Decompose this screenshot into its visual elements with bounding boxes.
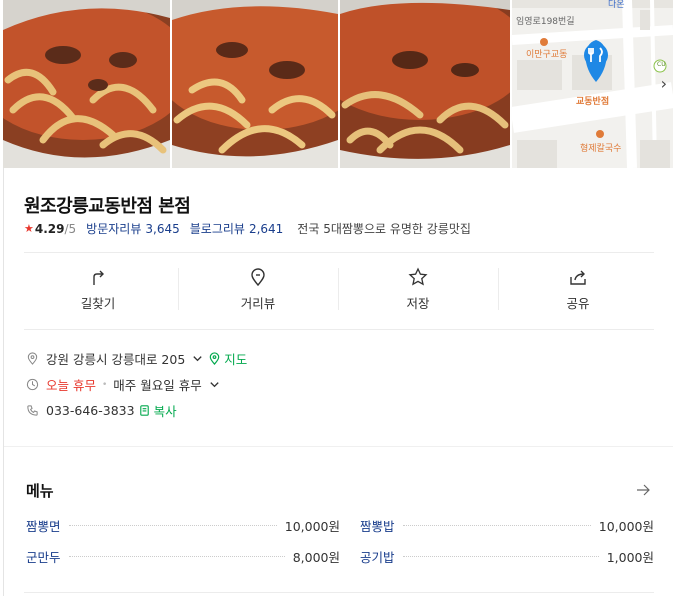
directions-label: 길찾기 [80, 295, 116, 311]
menu-section-title: 메뉴 [26, 482, 54, 500]
menu-row: 짬뽕면 10,000원 짬뽕밥 10,000원 [26, 510, 654, 541]
menu-leader [402, 556, 599, 557]
star-outline-icon [408, 266, 428, 285]
blog-review-link[interactable]: 블로그리뷰 [190, 220, 245, 237]
share-label: 공유 [566, 295, 590, 311]
phone-number: 033-646-3833 [46, 403, 135, 418]
address-text: 강원 강릉시 강릉대로 205 [46, 352, 186, 367]
menu-row: 군만두 8,000원 공기밥 1,000원 [26, 541, 654, 572]
menu-item-name: 짬뽕밥 [360, 519, 395, 534]
menu-item-price: 8,000원 [292, 550, 340, 565]
phone-icon [27, 405, 38, 416]
closed-day-text: 매주 월요일 휴무 [113, 378, 202, 393]
food-photo-3[interactable] [340, 0, 510, 168]
action-bar: 길찾기 거리뷰 저장 공유 [18, 264, 658, 314]
save-label: 저장 [406, 295, 430, 311]
rating-max: /5 [64, 221, 77, 236]
menu-item-price: 10,000원 [284, 519, 340, 534]
menu-leader [68, 525, 277, 526]
place-description: 전국 5대짬뽕으로 유명한 강릉맛집 [297, 222, 471, 236]
directions-icon [93, 270, 104, 285]
menu-leader [68, 556, 285, 557]
map-pin-icon [209, 352, 220, 365]
copy-phone-button[interactable]: 복사 [154, 401, 177, 420]
map-link[interactable]: 지도 [224, 349, 247, 368]
separator-dot: • [101, 379, 108, 390]
food-photo-1[interactable] [3, 0, 170, 168]
menu-list: 짬뽕면 10,000원 짬뽕밥 10,000원 군만두 8,000원 공기밥 1… [26, 510, 654, 572]
map-selected-place: 교동반점 [576, 97, 610, 107]
hours-row: 오늘 휴무 • 매주 월요일 휴무 [26, 375, 228, 394]
divider [24, 592, 654, 593]
visitor-review-link[interactable]: 방문자리뷰 [86, 220, 141, 237]
save-button[interactable]: 저장 [338, 264, 498, 314]
divider [24, 329, 654, 330]
pin-icon [251, 267, 265, 286]
menu-item[interactable]: 군만두 8,000원 [26, 547, 340, 566]
menu-item-name: 군만두 [26, 550, 61, 565]
clock-icon [26, 378, 39, 391]
menu-item[interactable]: 짬뽕밥 10,000원 [340, 516, 654, 535]
menu-item-name: 공기밥 [360, 550, 395, 565]
food-photo-2[interactable] [172, 0, 338, 168]
map-place-bottom: 형제칼국수 [580, 144, 622, 154]
divider [24, 252, 654, 253]
chevron-right-icon[interactable]: › [661, 74, 667, 93]
rating-value: 4.29 [34, 221, 65, 236]
chevron-down-icon[interactable] [208, 378, 221, 391]
place-panel: 원조강릉교동반점 본점 ★ 4.29 /5 방문자리뷰 3,645 블로그리뷰 … [3, 168, 673, 596]
share-button[interactable]: 공유 [498, 264, 658, 314]
map-place-left: 이만구교동 [526, 50, 568, 60]
chevron-down-icon[interactable] [191, 352, 204, 365]
map-thumbnail[interactable]: 임영로198번길 다온 이만구교동 교동반점 형제칼국수 CU › [512, 0, 673, 168]
share-icon [570, 270, 586, 285]
location-icon [27, 352, 38, 365]
blog-review-count[interactable]: 2,641 [249, 222, 283, 236]
section-divider [4, 446, 673, 447]
place-meta: ★ 4.29 /5 방문자리뷰 3,645 블로그리뷰 2,641 전국 5대짬… [24, 220, 471, 237]
copy-icon[interactable] [138, 404, 151, 417]
photo-strip: 임영로198번길 다온 이만구교동 교동반점 형제칼국수 CU › [3, 0, 673, 168]
menu-item[interactable]: 짬뽕면 10,000원 [26, 516, 340, 535]
address-row: 강원 강릉시 강릉대로 205 지도 [26, 349, 247, 368]
map-label-top-right: 다온 [608, 0, 625, 10]
menu-item[interactable]: 공기밥 1,000원 [340, 547, 654, 566]
menu-item-name: 짬뽕면 [26, 519, 61, 534]
star-icon: ★ [24, 222, 34, 235]
menu-leader [402, 525, 591, 526]
street-view-button[interactable]: 거리뷰 [178, 264, 338, 314]
menu-item-price: 1,000원 [606, 550, 654, 565]
menu-item-price: 10,000원 [598, 519, 654, 534]
phone-row: 033-646-3833 복사 [26, 401, 177, 420]
map-cu-label: CU [657, 61, 666, 68]
place-title: 원조강릉교동반점 본점 [24, 196, 191, 217]
visitor-review-count[interactable]: 3,645 [145, 222, 179, 236]
map-road-label: 임영로198번길 [516, 17, 575, 27]
arrow-right-icon[interactable] [635, 482, 651, 498]
street-view-label: 거리뷰 [240, 295, 276, 311]
directions-button[interactable]: 길찾기 [18, 264, 178, 314]
today-status: 오늘 휴무 [46, 378, 96, 393]
